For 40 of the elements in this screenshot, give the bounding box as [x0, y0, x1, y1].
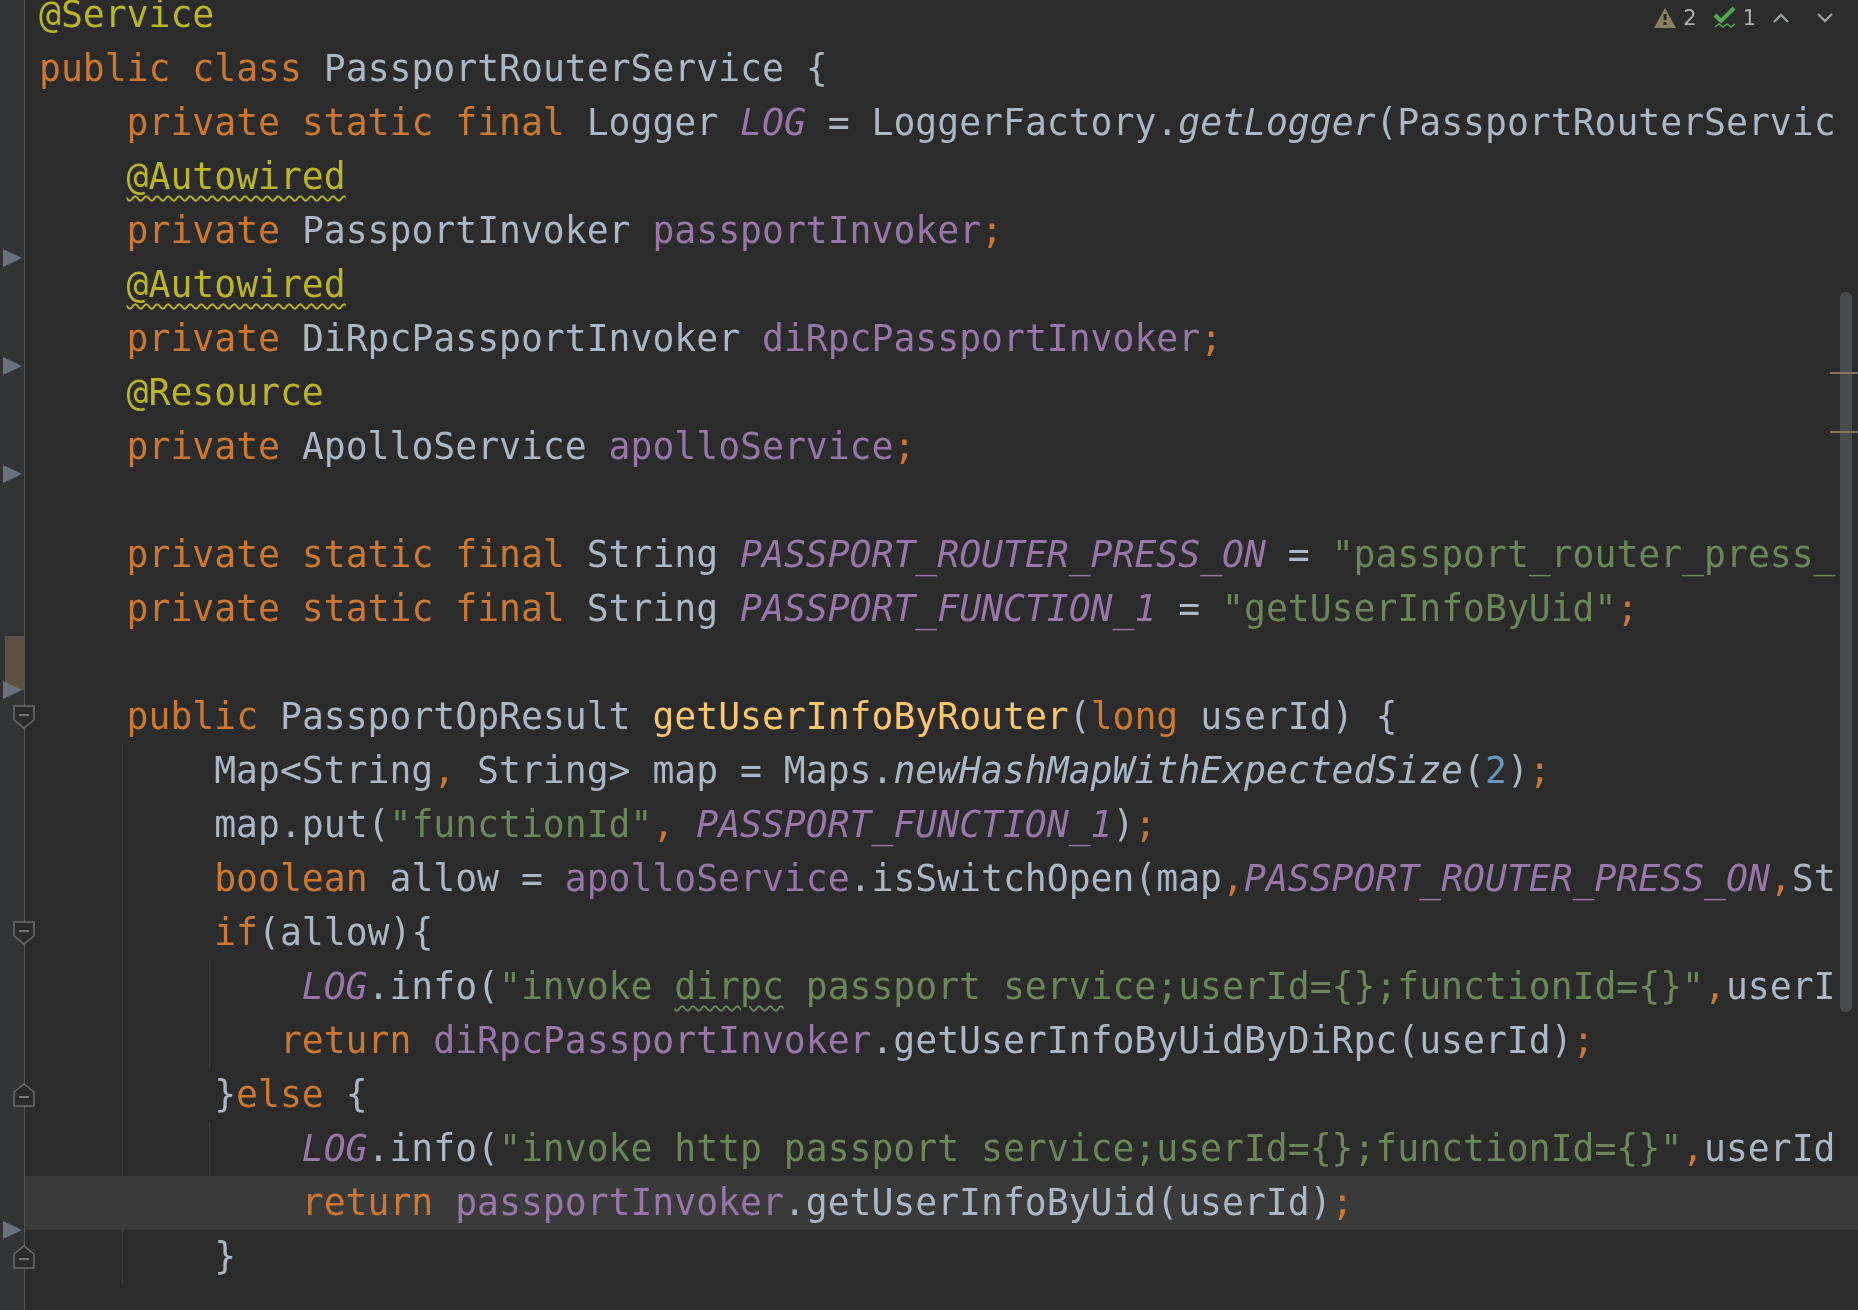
code-line: private ApolloService apolloService;	[126, 424, 916, 470]
code-line: boolean allow = apolloService.isSwitchOpen(map,PASSPORT_ROUTER_PRESS_ON,St	[214, 856, 1836, 903]
code-line: @Service	[39, 0, 215, 38]
code-line: private static final Logger LOG = LoggerFactory.getLogger(PassportRouterServic	[126, 100, 1836, 146]
code-line: }	[214, 1234, 237, 1280]
code-line: map.put("functionId", PASSPORT_FUNCTION_1);	[214, 802, 1157, 849]
code-line: Map<String, String> map = Maps.newHashMapWithExpectedSize(2);	[214, 748, 1551, 794]
chevron-down-icon[interactable]	[1816, 12, 1834, 24]
code-line: LOG.info("invoke http passport service;userId={};functionId={}",userId	[301, 1126, 1836, 1172]
warning-icon[interactable]	[1653, 7, 1678, 29]
typo-count: 1	[1742, 6, 1756, 30]
warning-count: 2	[1683, 6, 1697, 30]
code-line: LOG.info("invoke dirpc passport service;userId={};functionId={}",userI	[301, 964, 1836, 1010]
code-line: private static final String PASSPORT_ROUTER_PRESS_ON = "passport_router_press_	[126, 532, 1836, 579]
arrow-icon[interactable]	[3, 248, 23, 268]
code-line: }else {	[214, 1072, 368, 1118]
chevron-up-icon[interactable]	[1772, 12, 1790, 24]
code-line: if(allow){	[214, 910, 434, 956]
code-line: private static final String PASSPORT_FUNCTION_1 = "getUserInfoByUid";	[126, 586, 1639, 633]
fold-icon[interactable]	[13, 1083, 35, 1107]
marker-tick	[1830, 372, 1858, 374]
code-line: private DiRpcPassportInvoker diRpcPassportInvoker;	[126, 316, 1223, 362]
arrow-icon[interactable]	[3, 680, 23, 700]
scrollbar[interactable]	[1840, 292, 1852, 1012]
check-icon[interactable]	[1712, 6, 1737, 30]
code-line: return passportInvoker.getUserInfoByUid(userId);	[301, 1180, 1354, 1226]
code-line: @Resource	[126, 370, 324, 416]
fold-icon[interactable]	[13, 1245, 35, 1269]
code-line: @Autowired	[126, 262, 346, 308]
code-line: return diRpcPassportInvoker.getUserInfoByUidByDiRpc(userId);	[279, 1018, 1595, 1064]
code-line: public class PassportRouterService {	[39, 46, 828, 92]
code-line: private PassportInvoker passportInvoker;	[126, 208, 1003, 254]
fold-icon[interactable]	[13, 705, 35, 729]
arrow-icon[interactable]	[3, 464, 23, 484]
arrow-icon[interactable]	[3, 1220, 23, 1240]
fold-icon[interactable]	[13, 921, 35, 945]
code-line: public PassportOpResult getUserInfoByRouter(long userId) {	[126, 694, 1398, 740]
arrow-icon[interactable]	[3, 356, 23, 376]
code-line: @Autowired	[126, 154, 346, 200]
marker-tick	[1830, 431, 1858, 433]
